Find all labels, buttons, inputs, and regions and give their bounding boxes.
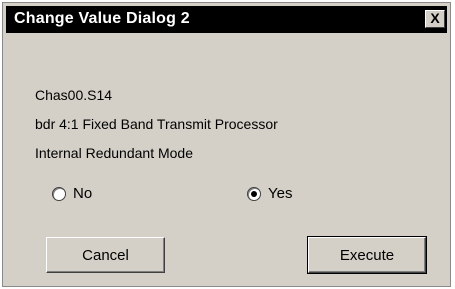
radio-yes-label: Yes bbox=[268, 185, 293, 202]
channel-label: Chas00.S14 bbox=[35, 87, 113, 103]
dialog-title: Change Value Dialog 2 bbox=[14, 10, 190, 27]
radio-yes[interactable]: Yes bbox=[247, 185, 292, 202]
radio-no-label: No bbox=[73, 185, 93, 202]
radio-unselected-icon bbox=[52, 186, 66, 201]
radio-no[interactable]: No bbox=[52, 185, 92, 202]
change-value-dialog: Change Value Dialog 2 X Chas00.S14 bdr 4… bbox=[2, 2, 451, 287]
title-bar: Change Value Dialog 2 X bbox=[6, 6, 447, 33]
cancel-button[interactable]: Cancel bbox=[46, 237, 165, 273]
close-icon: X bbox=[430, 10, 440, 26]
radio-selected-icon bbox=[247, 186, 261, 201]
mode-label: Internal Redundant Mode bbox=[35, 145, 193, 161]
processor-label: bdr 4:1 Fixed Band Transmit Processor bbox=[35, 116, 278, 132]
execute-button[interactable]: Execute bbox=[307, 236, 427, 274]
close-button[interactable]: X bbox=[425, 10, 445, 28]
radio-dot-icon bbox=[251, 190, 257, 197]
